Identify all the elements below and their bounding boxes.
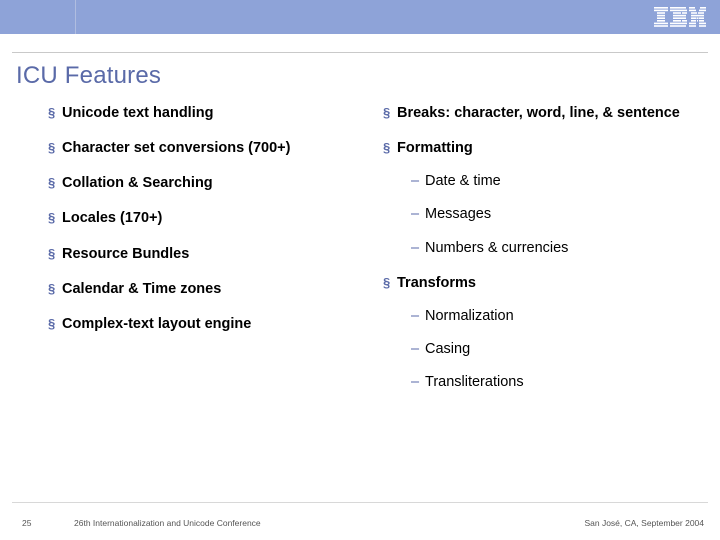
sub-label: Casing	[425, 341, 470, 357]
square-bullet-icon: §	[383, 107, 389, 118]
header-bar	[0, 0, 720, 34]
sub-label: Messages	[425, 206, 491, 222]
content-columns: § Unicode text handling § Character set co…	[48, 104, 688, 408]
sub-item: –Numbers & currencies	[397, 239, 688, 257]
sub-label: Numbers & currencies	[425, 240, 568, 256]
item-label: Collation & Searching	[62, 175, 213, 191]
item-label: Calendar & Time zones	[62, 281, 221, 297]
dash-icon: –	[411, 205, 419, 223]
square-bullet-icon: §	[48, 107, 54, 118]
footer-rule	[12, 502, 708, 503]
item-label: Formatting	[397, 140, 473, 156]
square-bullet-icon: §	[48, 212, 54, 223]
dash-icon: –	[411, 239, 419, 257]
square-bullet-icon: §	[48, 142, 54, 153]
sub-item: –Normalization	[397, 307, 688, 325]
item-label: Transforms	[397, 275, 476, 291]
dash-icon: –	[411, 172, 419, 190]
square-bullet-icon: §	[383, 142, 389, 153]
list-item: § Breaks: character, word, line, & senten…	[383, 104, 688, 122]
square-bullet-icon: §	[48, 283, 54, 294]
sub-item: –Date & time	[397, 172, 688, 190]
item-label: Character set conversions (700+)	[62, 140, 290, 156]
list-item: § Locales (170+)	[48, 209, 353, 227]
ibm-logo	[654, 7, 706, 27]
dash-icon: –	[411, 373, 419, 391]
title-rule	[12, 52, 708, 53]
item-label: Breaks: character, word, line, & sentenc…	[397, 105, 680, 121]
sub-item: –Transliterations	[397, 373, 688, 391]
list-item: §Transforms –Normalization –Casing –Tran…	[383, 274, 688, 392]
sub-list: –Date & time –Messages –Numbers & curren…	[397, 172, 688, 256]
square-bullet-icon: §	[383, 277, 389, 288]
list-item: § Complex-text layout engine	[48, 315, 353, 333]
square-bullet-icon: §	[48, 177, 54, 188]
conference-name: 26th Internationalization and Unicode Co…	[74, 518, 261, 528]
list-item: §Formatting –Date & time –Messages –Numb…	[383, 139, 688, 257]
list-item: § Character set conversions (700+)	[48, 139, 353, 157]
slide-title: ICU Features	[16, 62, 161, 90]
sub-label: Normalization	[425, 308, 514, 324]
slide: ICU Features § Unicode text handling § Cha…	[0, 0, 720, 540]
location-date: San José, CA, September 2004	[584, 518, 704, 528]
list-item: § Collation & Searching	[48, 174, 353, 192]
sub-label: Transliterations	[425, 374, 524, 390]
sub-item: –Casing	[397, 340, 688, 358]
dash-icon: –	[411, 307, 419, 325]
list-item: § Unicode text handling	[48, 104, 353, 122]
list-item: § Calendar & Time zones	[48, 280, 353, 298]
item-label: Unicode text handling	[62, 105, 213, 121]
sub-list: –Normalization –Casing –Transliterations	[397, 307, 688, 391]
item-label: Complex-text layout engine	[62, 316, 251, 332]
left-column: § Unicode text handling § Character set co…	[48, 104, 373, 408]
item-label: Locales (170+)	[62, 210, 162, 226]
sub-item: –Messages	[397, 205, 688, 223]
header-divider	[75, 0, 76, 34]
square-bullet-icon: §	[48, 318, 54, 329]
sub-label: Date & time	[425, 173, 501, 189]
footer: 25 26th Internationalization and Unicode…	[0, 508, 720, 528]
right-column: § Breaks: character, word, line, & senten…	[373, 104, 688, 408]
item-label: Resource Bundles	[62, 246, 189, 262]
square-bullet-icon: §	[48, 248, 54, 259]
dash-icon: –	[411, 340, 419, 358]
page-number: 25	[22, 518, 31, 528]
list-item: § Resource Bundles	[48, 245, 353, 263]
